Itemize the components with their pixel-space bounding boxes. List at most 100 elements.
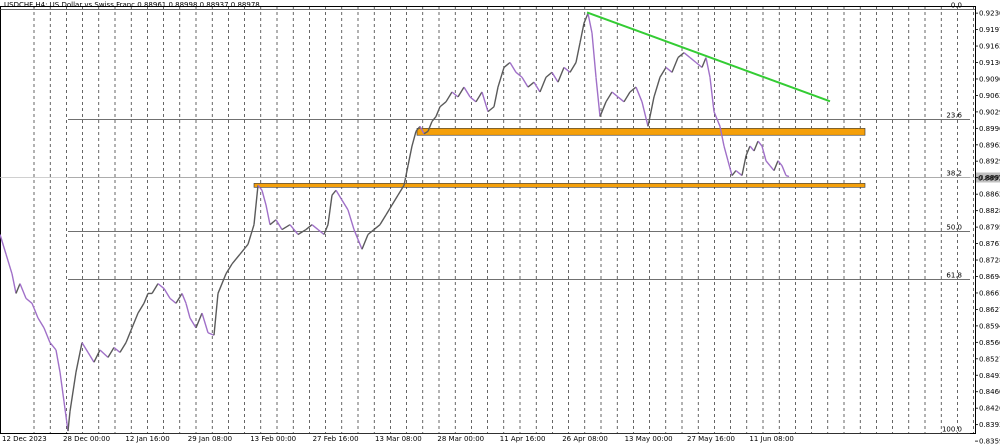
price-segment	[515, 71, 523, 78]
price-segment	[137, 302, 145, 314]
price-segment	[777, 160, 783, 167]
price-segment	[157, 283, 165, 290]
price-segment	[163, 288, 171, 299]
price-segment	[677, 52, 685, 59]
price-segment	[575, 42, 581, 63]
price-segment	[25, 297, 33, 304]
price-series	[0, 13, 790, 432]
price-segment	[361, 234, 369, 250]
instrument-description: US Dollar vs Swiss Franc	[49, 1, 136, 9]
price-segment	[653, 77, 661, 98]
price-segment	[331, 189, 337, 196]
price-segment	[557, 67, 565, 83]
fib-level-label: 38.2	[946, 170, 962, 178]
fib-level-label: 50.0	[946, 224, 962, 232]
price-segment	[665, 66, 673, 73]
price-segment	[539, 76, 547, 93]
price-segment	[411, 131, 417, 147]
y-tick-label: 0.90630	[979, 92, 1000, 100]
price-segment	[641, 101, 649, 127]
price-segment	[439, 101, 447, 108]
y-tick-label: 0.83595	[979, 438, 1000, 444]
price-segment	[335, 189, 343, 201]
price-segment	[623, 91, 631, 103]
trendline-group	[586, 11, 831, 103]
price-segment	[75, 342, 83, 373]
price-segment	[533, 81, 541, 93]
price-segment	[261, 190, 267, 206]
price-segment	[269, 219, 277, 226]
chart-window: USDCHF,H4: US Dollar vs Swiss Franc 0.88…	[0, 0, 1000, 446]
price-segment	[201, 312, 209, 333]
price-segment	[373, 224, 381, 231]
price-segment	[659, 67, 667, 78]
y-tick-label: 0.86610	[979, 289, 1000, 297]
price-segment	[487, 106, 495, 113]
y-tick-label: 0.89292	[979, 158, 1000, 166]
x-tick-label: 27 Feb 16:00	[313, 435, 359, 443]
price-segment	[67, 411, 71, 432]
price-segment	[189, 317, 197, 329]
price-segment	[317, 229, 325, 236]
y-tick-label: 0.88285	[979, 207, 1000, 215]
price-segment	[391, 194, 399, 206]
y-tick-label: 0.85605	[979, 339, 1000, 347]
y-tick-label: 0.92305	[979, 10, 1000, 18]
y-tick-label: 0.90965	[979, 75, 1000, 83]
y-tick-label: 0.91970	[979, 26, 1000, 34]
price-segment	[509, 62, 517, 73]
price-segment	[213, 293, 219, 336]
price-segment	[239, 243, 249, 255]
price-segment	[5, 253, 13, 275]
price-segment	[341, 199, 349, 211]
price-segment	[323, 224, 329, 235]
price-segment	[253, 185, 259, 225]
price-segment	[231, 253, 241, 265]
fib-level-label: 61.8	[946, 272, 962, 280]
y-tick-label: 0.87950	[979, 224, 1000, 232]
y-tick-label: 0.88957	[979, 174, 1000, 182]
price-segment	[709, 77, 715, 112]
ohlc-values: 0.88961 0.88998 0.88937 0.88978	[137, 1, 260, 9]
x-tick-label: 11 Jun 08:00	[749, 435, 793, 443]
price-segment	[731, 170, 737, 176]
price-segment	[81, 342, 89, 353]
grid	[0, 6, 976, 434]
price-segment	[635, 86, 643, 103]
price-segment	[493, 86, 499, 107]
price-segment	[431, 116, 437, 122]
y-tick-label: 0.87280	[979, 257, 1000, 265]
price-segment	[481, 91, 489, 112]
y-tick-label: 0.86275	[979, 306, 1000, 314]
y-tick-label: 0.85270	[979, 355, 1000, 363]
y-tick-label: 0.84600	[979, 388, 1000, 396]
price-segment	[403, 165, 409, 186]
price-segment	[207, 332, 215, 336]
price-segment	[225, 263, 233, 275]
price-segment	[469, 96, 477, 103]
price-segment	[169, 297, 177, 304]
price-chart[interactable]: 0.023.638.250.061.8100.0 0.889780.923050…	[0, 0, 1000, 446]
y-tick-label: 0.88620	[979, 191, 1000, 199]
price-segment	[497, 67, 505, 88]
price-segment	[735, 170, 743, 177]
price-segment	[311, 224, 319, 231]
price-segment	[347, 209, 355, 230]
price-segment	[195, 312, 203, 329]
price-segment	[769, 165, 775, 172]
price-segment	[131, 312, 139, 329]
x-tick-label: 12 Dec 2023	[2, 435, 47, 443]
price-segment	[11, 273, 17, 294]
price-segment	[357, 239, 363, 250]
price-segment	[385, 204, 393, 216]
price-segment	[569, 62, 577, 73]
price-segment	[781, 165, 787, 176]
y-tick-label: 0.84935	[979, 372, 1000, 380]
price-segment	[217, 273, 227, 294]
y-tick-label: 0.83930	[979, 421, 1000, 429]
x-tick-label: 27 May 16:00	[687, 435, 735, 443]
price-segment	[281, 224, 291, 231]
axes: 0.889780.923050.919700.916350.913000.909…	[0, 10, 1000, 446]
x-tick-label: 13 May 00:00	[625, 435, 673, 443]
price-segment	[647, 96, 655, 127]
